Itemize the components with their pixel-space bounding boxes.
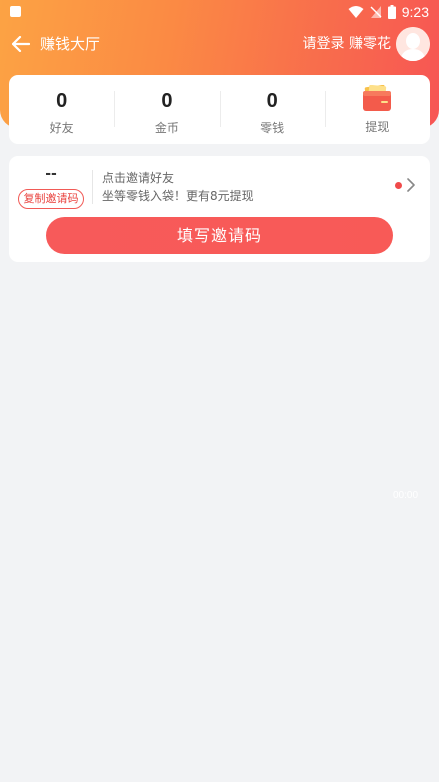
- stat-friends-value: 0: [56, 90, 68, 112]
- stat-coins-value: 0: [161, 90, 173, 112]
- withdraw-button[interactable]: 提现: [324, 75, 430, 144]
- invite-code: --: [45, 166, 57, 182]
- stat-friends-label: 好友: [49, 121, 74, 135]
- no-signal-icon: [370, 6, 382, 18]
- arrow-left-icon: [12, 36, 30, 52]
- status-bar: 9:23: [0, 0, 439, 24]
- wifi-icon: [348, 6, 364, 18]
- withdraw-label: 提现: [365, 120, 390, 134]
- stat-change-value: 0: [266, 90, 278, 112]
- stat-change[interactable]: 0 零钱: [219, 75, 325, 144]
- copy-invite-code-button[interactable]: 复制邀请码: [18, 189, 84, 209]
- back-button[interactable]: [10, 34, 32, 54]
- invite-friends-link[interactable]: 点击邀请好友: [102, 170, 174, 186]
- notification-dot: [395, 182, 402, 189]
- stat-coins-label: 金币: [154, 121, 179, 135]
- invite-card: -- 复制邀请码 点击邀请好友 坐等零钱入袋！更有8元提现 填写邀请码: [9, 156, 430, 262]
- stats-card: 0 好友 0 金币 0 零钱 提现: [9, 75, 430, 144]
- wallet-icon: [363, 85, 392, 111]
- stat-change-label: 零钱: [260, 121, 285, 135]
- avatar[interactable]: [396, 27, 430, 61]
- user-avatar-icon: [396, 27, 430, 61]
- status-icons: 9:23: [348, 3, 429, 21]
- status-time: 9:23: [401, 4, 429, 20]
- notification-icon: [10, 6, 21, 17]
- page-title: 赚钱大厅: [40, 35, 101, 53]
- stat-coins[interactable]: 0 金币: [114, 75, 219, 144]
- fill-invite-code-button[interactable]: 填写邀请码: [46, 217, 393, 254]
- login-link[interactable]: 请登录 赚零花: [303, 34, 391, 54]
- chevron-right-icon[interactable]: [406, 178, 416, 192]
- stat-friends[interactable]: 0 好友: [9, 75, 114, 144]
- nav-bar: 赚钱大厅 请登录 赚零花: [0, 26, 439, 62]
- invite-description: 坐等零钱入袋！更有8元提现: [102, 189, 254, 203]
- battery-icon: [387, 5, 396, 19]
- overlay-time: 00:00: [393, 490, 419, 501]
- invite-divider: [92, 170, 93, 204]
- screen: 9:23 赚钱大厅 请登录 赚零花 0 好友 0 金币 0 零钱 提现 -- 复…: [0, 0, 439, 782]
